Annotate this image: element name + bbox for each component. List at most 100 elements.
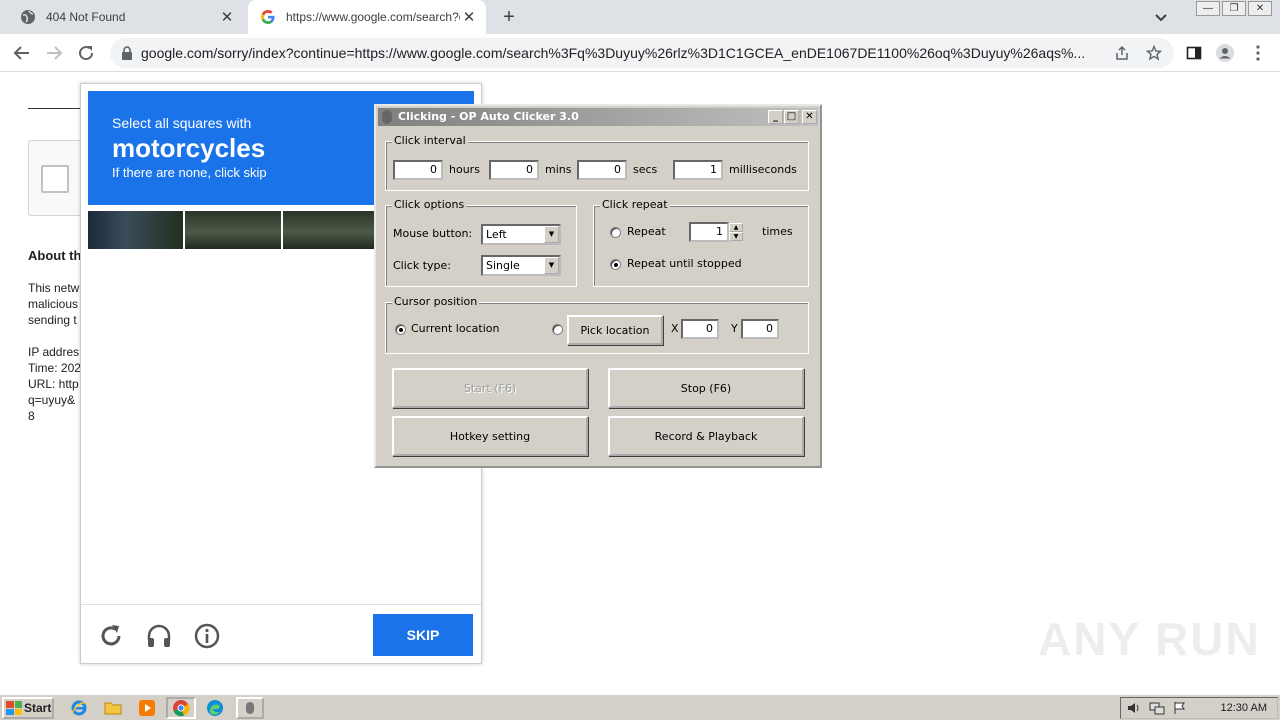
window-title: Clicking - OP Auto Clicker 3.0 <box>398 110 579 123</box>
skip-button[interactable]: SKIP <box>373 614 473 656</box>
challenge-target: motorcycles <box>112 133 266 163</box>
chrome-taskbar-icon[interactable] <box>166 697 196 719</box>
current-location-label: Current location <box>411 322 500 335</box>
recaptcha-checkbox[interactable] <box>41 165 69 193</box>
pick-location-radio[interactable] <box>552 324 563 335</box>
y-input[interactable]: 0 <box>741 319 779 339</box>
tab-404-not-found[interactable]: 404 Not Found ✕ <box>8 0 244 34</box>
image-tile[interactable] <box>282 211 378 249</box>
click-type-select[interactable]: Single ▼ <box>481 255 561 276</box>
info-icon[interactable] <box>193 622 221 650</box>
globe-icon <box>20 9 36 25</box>
close-tab-icon[interactable]: ✕ <box>218 8 236 26</box>
x-label: X <box>671 322 679 335</box>
reload-icon[interactable] <box>76 43 96 63</box>
mouse-button-value: Left <box>486 228 507 241</box>
chevron-down-icon[interactable]: ▼ <box>544 257 559 274</box>
group-legend: Cursor position <box>392 295 480 308</box>
star-icon[interactable] <box>1145 44 1163 61</box>
new-tab-button[interactable]: + <box>498 6 520 28</box>
reload-icon[interactable] <box>97 622 125 650</box>
image-grid <box>88 211 378 249</box>
close-button[interactable]: ✕ <box>802 110 817 124</box>
mouse-button-label: Mouse button: <box>393 227 473 240</box>
hotkey-setting-button[interactable]: Hotkey setting <box>392 416 588 456</box>
flag-icon[interactable] <box>1173 701 1187 718</box>
chevron-down-icon[interactable]: ▼ <box>544 226 559 243</box>
window-controls: — ❐ ✕ <box>1196 1 1272 16</box>
edge-icon[interactable] <box>204 698 226 718</box>
maximize-button[interactable]: □ <box>784 110 799 124</box>
tab-google-search[interactable]: https://www.google.com/search?q= ✕ <box>248 0 486 34</box>
click-type-value: Single <box>486 259 520 272</box>
side-panel-icon[interactable] <box>1184 43 1204 63</box>
tab-title: 404 Not Found <box>46 10 126 24</box>
browser-toolbar: google.com/sorry/index?continue=https://… <box>0 34 1280 72</box>
click-repeat-group: Click repeat Repeat 1 ▲ ▼ times Repeat u… <box>593 198 809 287</box>
page-text-line: malicious <box>28 297 79 311</box>
group-legend: Click options <box>392 198 467 211</box>
secs-input[interactable]: 0 <box>577 160 627 180</box>
pick-location-button[interactable]: Pick location <box>567 315 663 345</box>
page-text-line: 8 <box>28 409 35 423</box>
spin-down-icon[interactable]: ▼ <box>729 232 743 241</box>
spin-up-icon[interactable]: ▲ <box>729 223 743 232</box>
network-icon[interactable] <box>1149 701 1165 718</box>
restore-button[interactable]: ❐ <box>1222 1 1246 16</box>
share-icon[interactable] <box>1114 45 1130 61</box>
milliseconds-label: milliseconds <box>729 163 797 176</box>
folder-icon[interactable] <box>102 698 124 718</box>
repeat-until-stopped-radio[interactable] <box>610 259 621 270</box>
close-window-button[interactable]: ✕ <box>1248 1 1272 16</box>
image-tile[interactable] <box>88 211 184 249</box>
media-player-icon[interactable] <box>136 698 158 718</box>
windows-logo-icon <box>6 701 22 715</box>
back-arrow-icon[interactable] <box>12 43 32 63</box>
minimize-button[interactable]: — <box>1196 1 1220 16</box>
divider <box>81 604 481 605</box>
menu-dots-icon[interactable] <box>1248 43 1268 63</box>
x-input[interactable]: 0 <box>681 319 719 339</box>
page-text-line: Time: 202 <box>28 361 81 375</box>
profile-icon[interactable] <box>1215 43 1235 63</box>
mins-input[interactable]: 0 <box>489 160 539 180</box>
milliseconds-input[interactable]: 1 <box>673 160 723 180</box>
start-label: Start <box>24 701 52 715</box>
challenge-hint: If there are none, click skip <box>112 165 267 180</box>
url-text: google.com/sorry/index?continue=https://… <box>141 45 1086 61</box>
volume-icon[interactable] <box>1127 701 1141 718</box>
current-location-radio[interactable] <box>395 324 406 335</box>
headphones-icon[interactable] <box>145 622 173 650</box>
record-playback-button[interactable]: Record & Playback <box>608 416 804 456</box>
hours-input[interactable]: 0 <box>393 160 443 180</box>
mins-label: mins <box>545 163 572 176</box>
cursor-position-group: Cursor position Current location Pick lo… <box>385 295 809 354</box>
repeat-count-input[interactable]: 1 <box>689 222 729 242</box>
window-titlebar[interactable]: Clicking - OP Auto Clicker 3.0 _ □ ✕ <box>378 108 818 126</box>
repeat-until-stopped-label: Repeat until stopped <box>627 257 742 270</box>
page-text-line: This netw <box>28 281 80 295</box>
repeat-radio[interactable] <box>610 227 621 238</box>
page-text-line: IP addres <box>28 345 80 359</box>
tab-title: https://www.google.com/search?q= <box>286 10 460 24</box>
taskbar: Start 12:30 AM <box>0 694 1280 720</box>
hours-label: hours <box>449 163 480 176</box>
mouse-button-select[interactable]: Left ▼ <box>481 224 561 245</box>
start-button[interactable]: Start (F6) <box>392 368 588 408</box>
system-tray: 12:30 AM <box>1120 697 1278 719</box>
internet-explorer-icon[interactable] <box>68 698 90 718</box>
repeat-spinner[interactable]: ▲ ▼ <box>729 223 743 241</box>
page-text-line: q=uyuy& <box>28 393 76 407</box>
address-bar[interactable]: google.com/sorry/index?continue=https://… <box>110 38 1174 68</box>
close-tab-icon[interactable]: ✕ <box>460 8 478 26</box>
image-tile[interactable] <box>185 211 281 249</box>
stop-button[interactable]: Stop (F6) <box>608 368 804 408</box>
chevron-down-icon[interactable] <box>1152 8 1170 26</box>
mouse-icon <box>382 110 392 124</box>
forward-arrow-icon[interactable] <box>44 43 64 63</box>
minimize-button[interactable]: _ <box>768 110 783 124</box>
google-icon <box>260 9 276 25</box>
challenge-instruction: Select all squares with <box>112 115 252 131</box>
start-button[interactable]: Start <box>2 697 54 719</box>
auto-clicker-taskbar-icon[interactable] <box>236 697 264 719</box>
